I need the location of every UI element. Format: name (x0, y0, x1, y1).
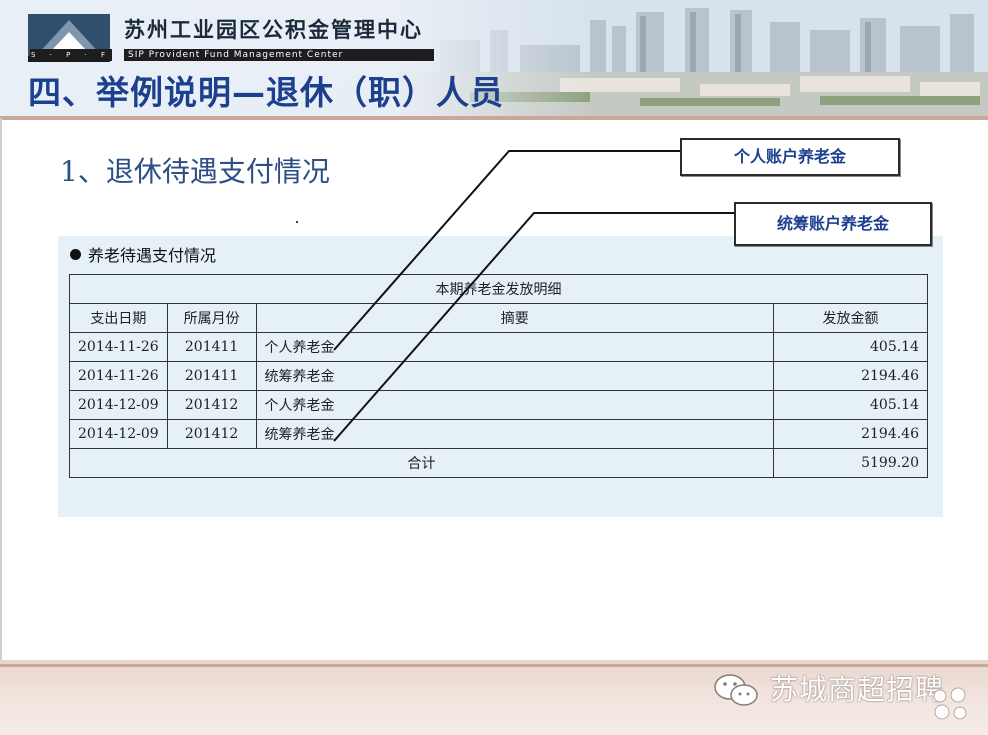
row-month: 201411 (166, 361, 257, 391)
row-date: 2014-12-09 (69, 390, 168, 420)
row-month: 201411 (166, 332, 257, 362)
row-amount: 405.14 (773, 332, 928, 362)
personal-account-callout: 个人账户养老金 (680, 138, 900, 176)
panel-heading: 养老待遇支付情况 (70, 242, 216, 266)
column-header-date: 支出日期 (69, 303, 168, 333)
row-date: 2014-11-26 (69, 361, 168, 391)
stray-dot (296, 221, 298, 223)
row-month: 201412 (166, 419, 257, 449)
table-header-row: 支出日期 所属月份 摘要 发放金额 (69, 303, 928, 333)
header-banner: S · P · F 苏州工业园区公积金管理中心 SIP Provident Fu… (0, 0, 988, 118)
section-subtitle: 1、退休待遇支付情况 (60, 155, 330, 188)
org-name-chinese: 苏州工业园区公积金管理中心 (124, 17, 423, 42)
column-header-amount: 发放金额 (773, 303, 928, 333)
table-caption-row: 本期养老金发放明细 (69, 274, 928, 304)
column-header-summary: 摘要 (255, 303, 775, 333)
watermark-text: 苏城商超招聘 (770, 673, 945, 706)
row-summary: 个人养老金 (255, 332, 775, 362)
slide-title: 四、举例说明—退休（职）人员 (28, 73, 504, 112)
table-row: 2014-11-26 201411 个人养老金 405.14 (69, 332, 928, 362)
column-header-month: 所属月份 (166, 303, 257, 333)
panel-heading-text: 养老待遇支付情况 (88, 246, 217, 265)
qr-badge-icon (933, 687, 967, 720)
footer-divider (0, 664, 988, 667)
pooled-account-callout: 统筹账户养老金 (734, 202, 932, 246)
row-amount: 405.14 (773, 390, 928, 420)
org-name-english: SIP Provident Fund Management Center (124, 49, 434, 61)
row-date: 2014-12-09 (69, 419, 168, 449)
table-caption: 本期养老金发放明细 (69, 274, 928, 304)
wechat-icon (714, 674, 758, 706)
row-summary: 统筹养老金 (255, 419, 775, 449)
row-date: 2014-11-26 (69, 332, 168, 362)
bullet-icon (70, 249, 81, 260)
row-amount: 2194.46 (773, 361, 928, 391)
row-amount: 2194.46 (773, 419, 928, 449)
pension-payment-panel: 养老待遇支付情况 本期养老金发放明细 支出日期 所属月份 摘要 发放金额 201… (58, 236, 943, 517)
page-left-border (0, 118, 2, 735)
table-row: 2014-12-09 201412 个人养老金 405.14 (69, 390, 928, 420)
total-amount: 5199.20 (773, 448, 928, 478)
row-month: 201412 (166, 390, 257, 420)
total-label: 合计 (69, 448, 774, 478)
table-row: 2014-12-09 201412 统筹养老金 2194.46 (69, 419, 928, 449)
pension-detail-table: 本期养老金发放明细 支出日期 所属月份 摘要 发放金额 2014-11-26 2… (69, 274, 928, 478)
table-total-row: 合计 5199.20 (69, 448, 928, 478)
header-divider (0, 116, 988, 120)
table-row: 2014-11-26 201411 统筹养老金 2194.46 (69, 361, 928, 391)
org-abbreviation: S · P · F (30, 49, 112, 61)
row-summary: 统筹养老金 (255, 361, 775, 391)
row-summary: 个人养老金 (255, 390, 775, 420)
